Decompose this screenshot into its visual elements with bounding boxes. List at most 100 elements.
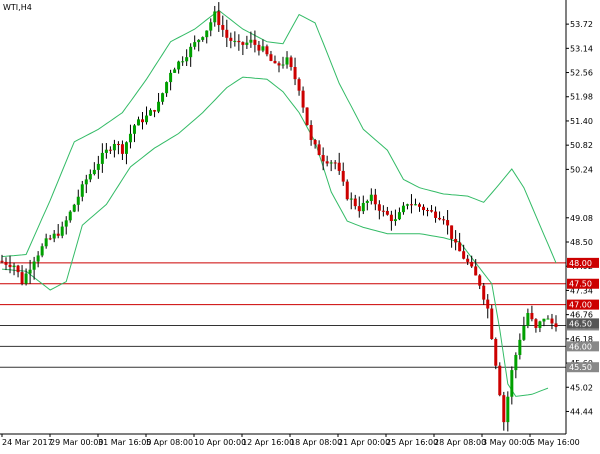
candle-body <box>177 61 181 70</box>
x-tick-label: 29 Mar 00:00 <box>50 438 103 447</box>
y-tick-label: 51.98 <box>570 93 593 102</box>
candle-body <box>301 90 305 108</box>
candle-body <box>104 149 108 153</box>
candle-body <box>490 308 494 339</box>
y-tick-label: 46.76 <box>570 311 593 320</box>
candle-body <box>165 82 169 94</box>
x-tick-label: 18 Apr 08:00 <box>290 438 342 447</box>
candle-body <box>120 144 124 154</box>
candle-body <box>60 226 64 236</box>
candle-body <box>466 258 470 262</box>
candle-body <box>405 204 409 206</box>
candle-body <box>185 57 189 62</box>
candle-body <box>373 194 377 205</box>
candle-body <box>4 261 8 265</box>
level-badge-label: 47.50 <box>569 280 592 289</box>
upper-band-line <box>1 9 557 264</box>
candle-body <box>297 79 301 91</box>
candle-body <box>409 204 413 206</box>
x-tick-label: 5 Apr 08:00 <box>146 438 193 447</box>
candle-body <box>181 61 185 63</box>
candle-body <box>64 220 68 227</box>
candle-body <box>333 162 337 164</box>
candle-body <box>189 46 193 58</box>
candle-body <box>229 37 233 41</box>
y-tick-label: 52.56 <box>570 69 593 78</box>
candle-body <box>530 312 534 320</box>
candle-body <box>293 66 297 80</box>
candle-body <box>329 162 333 164</box>
chart-window[interactable]: 53.72 53.14 52.56 51.98 51.40 50.82 50.24 49.08… <box>0 0 600 450</box>
x-axis-labels: 24 Mar 201729 Mar 00:0031 Mar 16:005 Apr… <box>1 434 580 447</box>
candle-body <box>16 265 20 273</box>
candle-body <box>369 194 373 202</box>
candle-body <box>233 40 237 42</box>
candle-body <box>454 238 458 243</box>
candle-body <box>132 125 136 134</box>
candle-body <box>554 323 558 328</box>
candle-body <box>173 69 177 73</box>
candle-body <box>80 184 84 197</box>
level-badge-label: 46.00 <box>569 342 592 351</box>
candle-body <box>96 163 100 170</box>
candle-body <box>430 210 434 212</box>
candle-body <box>361 202 365 212</box>
price-chart[interactable]: 53.72 53.14 52.56 51.98 51.40 50.82 50.24 49.08… <box>0 0 600 450</box>
current-price-label: 46.50 <box>569 319 592 328</box>
candle-body <box>161 93 165 102</box>
candle-body <box>36 255 40 262</box>
candle-body <box>381 210 385 212</box>
candle-body <box>462 251 466 259</box>
candle-body <box>365 201 369 203</box>
candle-body <box>478 275 482 286</box>
candle-body <box>269 54 273 61</box>
candle-body <box>413 204 417 206</box>
candle-body <box>506 396 510 423</box>
candle-body <box>277 63 281 66</box>
candle-body <box>84 179 88 185</box>
candle-body <box>546 318 550 320</box>
candle-body <box>514 354 518 371</box>
candle-body <box>56 233 60 236</box>
candle-body <box>442 219 446 221</box>
y-tick-label: 51.40 <box>570 117 593 126</box>
candle-body <box>124 142 128 154</box>
candle-body <box>141 119 145 123</box>
candle-body <box>438 217 442 220</box>
candle-body <box>285 57 289 65</box>
candle-body <box>221 25 225 30</box>
candle-body <box>20 272 24 284</box>
candle-body <box>526 312 530 326</box>
candle-body <box>458 242 462 252</box>
candle-body <box>48 238 52 240</box>
candle-body <box>193 42 197 47</box>
candle-body <box>534 319 538 328</box>
candle-body <box>289 57 293 67</box>
lower-band-line <box>1 76 549 397</box>
candle-body <box>205 30 209 38</box>
candle-body <box>197 39 201 43</box>
candle-body <box>325 161 329 164</box>
candle-body <box>281 64 285 66</box>
candle-body <box>68 211 72 221</box>
candle-body <box>377 204 381 211</box>
candle-body <box>88 174 92 180</box>
candle-body <box>257 44 261 51</box>
candle-body <box>116 143 120 145</box>
candle-body <box>265 46 269 55</box>
candle-body <box>305 107 309 126</box>
candle-body <box>136 119 140 126</box>
candle-body <box>145 115 149 123</box>
candle-body <box>24 273 28 284</box>
y-axis-labels: 53.72 53.14 52.56 51.98 51.40 50.82 50.24 49.08… <box>566 20 593 416</box>
candle-body <box>8 264 12 268</box>
candle-body <box>100 152 104 164</box>
candle-body <box>76 196 80 205</box>
candle-body <box>397 212 401 220</box>
candle-body <box>474 266 478 276</box>
candle-body <box>237 40 241 43</box>
candle-body <box>434 211 438 218</box>
x-tick-label: 12 Apr 16:00 <box>242 438 294 447</box>
candle-body <box>245 42 249 45</box>
candle-body <box>313 140 317 145</box>
